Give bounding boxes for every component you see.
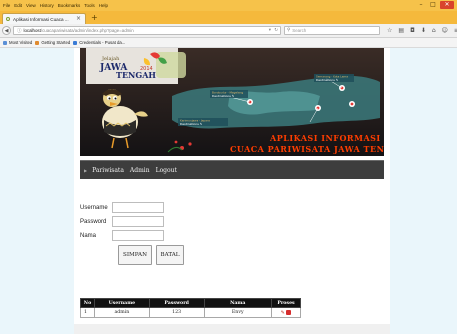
back-icon[interactable]: ◀ bbox=[2, 26, 11, 35]
page-footer bbox=[74, 324, 390, 334]
nama-row: Nama bbox=[80, 230, 164, 241]
password-input[interactable] bbox=[112, 216, 164, 227]
column-header: Password bbox=[148, 298, 205, 308]
url-path: /cuacapariwisata/admin/index.php?page=ad… bbox=[40, 28, 134, 33]
url-host: localhost bbox=[23, 28, 41, 33]
pocket-icon[interactable]: ◘ bbox=[410, 26, 415, 35]
menu-link-logout[interactable]: Logout bbox=[156, 167, 177, 174]
password-row: Password bbox=[80, 216, 164, 227]
toolbar-icons: ☆ ▤ ◘ ⬇ ⌂ ☺ ≡ bbox=[387, 26, 457, 35]
column-header: Nama bbox=[203, 298, 273, 308]
bookmark-label: Getting Started bbox=[41, 40, 71, 45]
home-icon[interactable]: ⌂ bbox=[432, 26, 436, 35]
tab-bar: Aplikasi Informasi Cuaca ... × + bbox=[0, 11, 457, 24]
reload-icon[interactable]: ↻ bbox=[274, 27, 278, 35]
header-banner: Jelajah JAWA 2014 TENGAH Borobudur - Mag… bbox=[80, 48, 384, 156]
menu-edit[interactable]: Edit bbox=[14, 3, 22, 8]
tab-close-icon[interactable]: × bbox=[76, 15, 81, 22]
favicon-icon bbox=[6, 17, 10, 21]
menu-help[interactable]: Help bbox=[99, 3, 108, 8]
bookmark-star-icon[interactable]: ☆ bbox=[387, 26, 392, 35]
page-content: Jelajah JAWA 2014 TENGAH Borobudur - Mag… bbox=[74, 48, 390, 334]
bookmark-label: Credentials - Pusat da... bbox=[79, 40, 126, 45]
site-info-icon[interactable]: ⓘ bbox=[17, 28, 22, 34]
site-menu: ▶ Pariwisata Admin Logout bbox=[80, 160, 384, 179]
password-label: Password bbox=[80, 218, 107, 225]
bookmark-most-visited[interactable]: Most Visited bbox=[3, 40, 32, 45]
svg-text:TENGAH: TENGAH bbox=[116, 70, 156, 80]
username-label: Username bbox=[80, 204, 108, 211]
dropdown-arrow-icon[interactable]: ▾ bbox=[269, 27, 271, 35]
svg-text:Destinations ✎: Destinations ✎ bbox=[316, 78, 339, 82]
menu-link-pariwisata[interactable]: Pariwisata bbox=[92, 167, 124, 174]
svg-text:CUACA PARIWISATA JAWA TENGAH: CUACA PARIWISATA JAWA TENGAH bbox=[230, 144, 384, 154]
column-header: Username bbox=[93, 298, 150, 308]
menu-link-admin[interactable]: Admin bbox=[130, 167, 150, 174]
edit-icon[interactable]: ✎ bbox=[281, 310, 285, 316]
nav-bar: ◀ ⓘ localhost /cuacapariwisata/admin/ind… bbox=[0, 24, 457, 38]
bookmarks-toolbar: Most Visited Getting Started Credentials… bbox=[0, 38, 457, 48]
menu-file[interactable]: File bbox=[3, 3, 10, 8]
admin-table: No Username Password Nama Proses 1 admin… bbox=[80, 298, 301, 318]
menu-view[interactable]: View bbox=[26, 3, 36, 8]
username-input[interactable] bbox=[112, 202, 164, 213]
nama-label: Nama bbox=[80, 232, 97, 239]
svg-text:Destinations ✎: Destinations ✎ bbox=[212, 94, 235, 98]
svg-text:APLIKASI INFORMASI: APLIKASI INFORMASI bbox=[269, 133, 381, 143]
cell-proses: ✎ bbox=[271, 307, 301, 318]
folder-icon bbox=[3, 40, 7, 45]
menu-history[interactable]: History bbox=[40, 3, 54, 8]
delete-icon[interactable] bbox=[286, 309, 292, 315]
tab-title: Aplikasi Informasi Cuaca ... bbox=[13, 16, 69, 22]
bookmark-label: Most Visited bbox=[9, 40, 33, 45]
table-row: 1 admin 123 Envy ✎ bbox=[80, 307, 301, 318]
menu-bookmarks[interactable]: Bookmarks bbox=[58, 3, 81, 8]
column-header: No bbox=[80, 298, 95, 308]
cell-nama: Envy bbox=[203, 307, 273, 318]
download-icon[interactable]: ⬇ bbox=[421, 26, 426, 35]
page-viewport: Jelajah JAWA 2014 TENGAH Borobudur - Mag… bbox=[0, 48, 457, 334]
banner-art: Jelajah JAWA 2014 TENGAH Borobudur - Mag… bbox=[80, 48, 384, 156]
minimize-icon[interactable]: – bbox=[416, 1, 426, 9]
menu-arrow-icon: ▶ bbox=[84, 167, 88, 173]
new-tab-icon[interactable]: + bbox=[91, 13, 98, 22]
cell-no: 1 bbox=[80, 307, 95, 318]
close-window-icon[interactable]: ✕ bbox=[440, 1, 454, 9]
bookmark-credentials[interactable]: Credentials - Pusat da... bbox=[73, 40, 125, 45]
search-bar[interactable]: ⚲ Search bbox=[284, 26, 380, 35]
search-icon: ⚲ bbox=[287, 28, 291, 33]
save-button[interactable]: SIMPAN bbox=[118, 245, 152, 265]
nama-input[interactable] bbox=[112, 230, 164, 241]
menu-tools[interactable]: Tools bbox=[84, 3, 95, 8]
maximize-icon[interactable]: □ bbox=[428, 1, 438, 9]
firefox-icon bbox=[35, 40, 40, 45]
browser-tab[interactable]: Aplikasi Informasi Cuaca ... × bbox=[2, 13, 86, 24]
globe-icon bbox=[73, 40, 78, 45]
reading-list-icon[interactable]: ▤ bbox=[398, 26, 404, 35]
table-header-row: No Username Password Nama Proses bbox=[80, 298, 301, 308]
bookmark-getting-started[interactable]: Getting Started bbox=[35, 40, 70, 45]
username-row: Username bbox=[80, 202, 164, 213]
cell-username: admin bbox=[93, 307, 150, 318]
search-placeholder: Search bbox=[292, 28, 307, 33]
cell-password: 123 bbox=[148, 307, 205, 318]
extension-icon[interactable]: ☺ bbox=[442, 26, 448, 35]
browser-menubar: File Edit View History Bookmarks Tools H… bbox=[0, 0, 457, 11]
cancel-button[interactable]: BATAL bbox=[156, 245, 184, 265]
svg-text:Destinations ✎: Destinations ✎ bbox=[180, 122, 203, 126]
window-controls: – □ ✕ bbox=[416, 1, 454, 9]
column-header: Proses bbox=[271, 298, 301, 308]
svg-text:Jelajah: Jelajah bbox=[101, 56, 120, 62]
url-bar[interactable]: ⓘ localhost /cuacapariwisata/admin/index… bbox=[13, 26, 281, 35]
